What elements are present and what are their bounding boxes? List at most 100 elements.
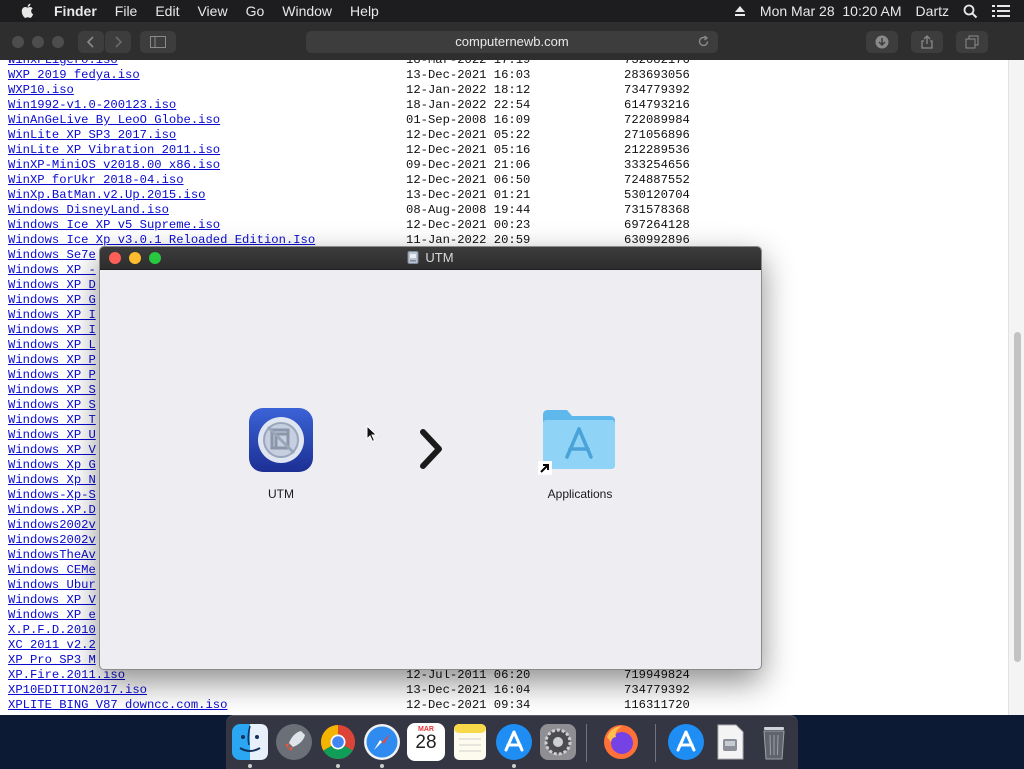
launchpad-icon[interactable] [275,723,313,761]
safari-icon[interactable] [363,723,401,761]
calendar-icon[interactable]: MAR 28 [407,723,445,761]
file-link[interactable]: Windows CEMe [8,563,96,578]
trash-icon[interactable] [755,723,793,761]
utm-dmg-window: UTM UTM Applications [99,246,762,670]
menu-go[interactable]: Go [246,3,265,19]
file-link[interactable]: Windows Xp N [8,473,96,488]
file-link[interactable]: Windows XP T [8,413,96,428]
file-link[interactable]: Windows Ubur [8,578,96,593]
file-link[interactable]: Windows.XP.D [8,503,96,518]
page-scrollbar[interactable] [1008,60,1024,715]
menu-finder[interactable]: Finder [54,3,97,19]
file-link[interactable]: XP10EDITION2017.iso [8,683,147,698]
file-link[interactable]: WinXP-MiniOS v2018.00 x86.iso [8,158,220,173]
file-link[interactable]: Windows XP U [8,428,96,443]
file-link[interactable]: WindowsTheAv [8,548,96,563]
tabs-button[interactable] [956,31,988,53]
dock-separator [586,724,587,762]
file-date: 08-Aug-2008 19:44 [406,203,531,217]
file-date: 12-Dec-2021 06:50 [406,173,531,187]
reload-icon[interactable] [697,35,710,48]
file-size: 271056896 [624,128,690,142]
file-date: 12-Jan-2022 18:12 [406,83,531,97]
file-size: 283693056 [624,68,690,82]
file-date: 12-Dec-2021 05:22 [406,128,531,142]
browser-close-button[interactable] [12,36,24,48]
menu-help[interactable]: Help [350,3,379,19]
file-link[interactable]: WinAnGeLive By LeoO Globe.iso [8,113,220,128]
menu-edit[interactable]: Edit [155,3,179,19]
file-link[interactable]: XC 2011 v2.2 [8,638,96,653]
menubar-user[interactable]: Dartz [916,3,949,19]
app-store-running-dot [512,764,516,768]
eject-icon[interactable] [734,5,746,17]
file-size: 734779392 [624,683,690,697]
download-button[interactable] [866,31,898,53]
system-preferences-icon[interactable] [539,723,577,761]
file-link[interactable]: Windows XP I [8,323,96,338]
file-link[interactable]: Windows XP S [8,383,96,398]
mouse-cursor-icon [366,425,378,443]
file-link[interactable]: Windows2002v [8,518,96,533]
file-size: 530120704 [624,188,690,202]
browser-minimize-button[interactable] [32,36,44,48]
file-link[interactable]: Windows XP I [8,308,96,323]
file-link[interactable]: Windows Ice XP v5 Supreme.iso [8,218,220,233]
browser-toolbar: computernewb.com [0,22,1024,61]
file-size: 333254656 [624,158,690,172]
file-link[interactable]: WinxPLigero.iso [8,60,118,68]
file-link[interactable]: WinXp.BatMan.v2.Up.2015.iso [8,188,205,203]
file-link[interactable]: Windows XP V [8,443,96,458]
utm-titlebar[interactable]: UTM [100,247,761,270]
file-link[interactable]: Windows2002v [8,533,96,548]
file-link[interactable]: Win1992-v1.0-200123.iso [8,98,176,113]
control-center-icon[interactable] [992,4,1010,18]
file-link[interactable]: WinLite XP Vibration 2011.iso [8,143,220,158]
finder-icon[interactable] [231,723,269,761]
app-store-icon[interactable] [495,723,533,761]
file-link[interactable]: WinXP forUkr 2018-04.iso [8,173,184,188]
address-bar[interactable]: computernewb.com [306,31,718,53]
file-link[interactable]: Windows XP e [8,608,96,623]
file-link[interactable]: XPLITE BING V87 downcc.com.iso [8,698,227,713]
utm-installer-icon[interactable] [711,723,749,761]
menubar-clock[interactable]: Mon Mar 28 10:20 AM [760,3,902,19]
app-store-folder-icon[interactable] [667,723,705,761]
file-link[interactable]: WinLite XP SP3 2017.iso [8,128,176,143]
file-link[interactable]: Windows-Xp-S [8,488,96,503]
forward-icon [115,36,123,48]
spotlight-search-icon[interactable] [963,4,978,19]
browser-zoom-button[interactable] [52,36,64,48]
notes-icon[interactable] [451,723,489,761]
file-link[interactable]: Windows XP - [8,263,96,278]
file-link[interactable]: X.P.F.D.2010 [8,623,96,638]
forward-button[interactable] [105,31,131,53]
finder-running-dot [248,764,252,768]
menu-window[interactable]: Window [282,3,332,19]
firefox-icon[interactable] [602,723,640,761]
utm-app-icon[interactable] [248,407,314,473]
menu-file[interactable]: File [115,3,138,19]
file-link[interactable]: Windows XP V [8,593,96,608]
scrollbar-thumb[interactable] [1014,332,1021,662]
back-button[interactable] [78,31,104,53]
file-link[interactable]: Windows DisneyLand.iso [8,203,169,218]
share-button[interactable] [911,31,943,53]
file-link[interactable]: Windows XP S [8,398,96,413]
menu-view[interactable]: View [197,3,227,19]
file-link[interactable]: Windows XP D [8,278,96,293]
file-link[interactable]: Windows XP P [8,368,96,383]
file-link[interactable]: WXP 2019 fedya.iso [8,68,140,83]
file-link[interactable]: XP.Fire.2011.iso [8,668,125,683]
file-link[interactable]: Windows Xp G [8,458,96,473]
file-link[interactable]: Windows XP L [8,338,96,353]
file-link[interactable]: Windows XP G [8,293,96,308]
chrome-icon[interactable] [319,723,357,761]
file-link[interactable]: Windows XP P [8,353,96,368]
file-date: 13-Dec-2021 01:21 [406,188,531,202]
file-link[interactable]: XP Pro SP3 M [8,653,96,668]
file-link[interactable]: Windows Se7e [8,248,96,263]
apple-icon[interactable] [20,2,36,19]
sidebar-button[interactable] [140,31,176,53]
file-link[interactable]: WXP10.iso [8,83,74,98]
